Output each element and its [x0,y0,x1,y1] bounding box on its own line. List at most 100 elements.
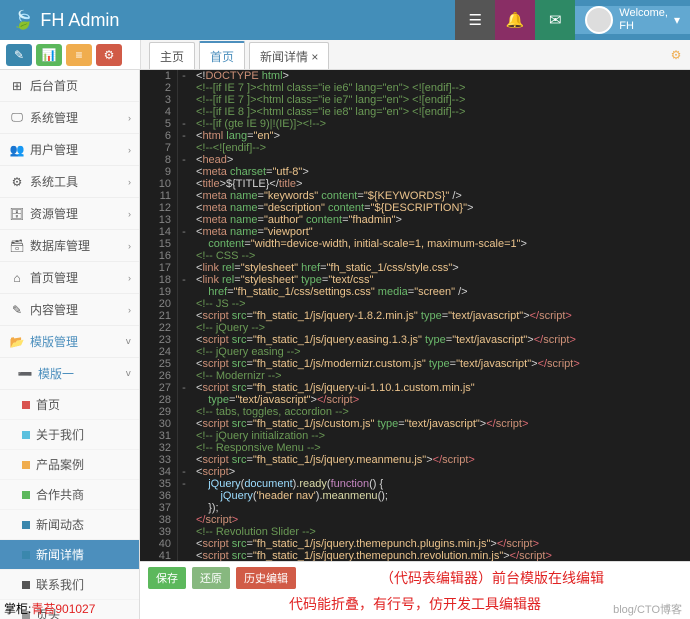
code-editor[interactable]: 1-<!DOCTYPE html>2<!--[if IE 7 ]><html c… [140,70,690,561]
tasks-button[interactable]: ☰ [455,0,495,40]
code-line[interactable]: 34-<script> [140,466,586,478]
code-line[interactable]: 28 type="text/javascript"></script> [140,394,586,406]
code-line[interactable]: 38</script> [140,514,586,526]
sidebar-item[interactable]: 🖵系统管理› [0,102,139,134]
code-line[interactable]: 32<!-- Responsive Menu --> [140,442,586,454]
code-line[interactable]: 30<script src="fh_static_1/js/custom.js"… [140,418,586,430]
settings-button[interactable]: ⚙ [96,44,122,66]
fold-icon[interactable] [178,490,190,502]
sidebar-subitem[interactable]: 首页 [0,390,139,420]
code-line[interactable]: 41<script src="fh_static_1/js/jquery.the… [140,550,586,561]
sidebar-item[interactable]: 🗃数据库管理› [0,230,139,262]
code-line[interactable]: 7<!--<![endif]--> [140,142,586,154]
edit-button[interactable]: ✎ [6,44,32,66]
gear-icon[interactable]: ⚙ [662,40,690,69]
fold-icon[interactable] [178,358,190,370]
fold-icon[interactable] [178,502,190,514]
code-line[interactable]: 39<!-- Revolution Slider --> [140,526,586,538]
fold-icon[interactable] [178,370,190,382]
code-line[interactable]: 1-<!DOCTYPE html> [140,70,586,82]
sidebar-item[interactable]: ✎内容管理› [0,294,139,326]
sidebar-item[interactable]: 👥用户管理› [0,134,139,166]
stats-button[interactable]: 📊 [36,44,62,66]
code-line[interactable]: 13<meta name="author" content="fhadmin"> [140,214,586,226]
code-line[interactable]: 10<title>${TITLE}</title> [140,178,586,190]
fold-icon[interactable] [178,94,190,106]
code-line[interactable]: 6-<html lang="en"> [140,130,586,142]
code-line[interactable]: 12<meta name="description" content="${DE… [140,202,586,214]
fold-icon[interactable] [178,178,190,190]
sidebar-subitem[interactable]: 关于我们 [0,420,139,450]
code-line[interactable]: 21<script src="fh_static_1/js/jquery-1.8… [140,310,586,322]
code-line[interactable]: 31<!-- jQuery initialization --> [140,430,586,442]
code-line[interactable]: 20<!-- JS --> [140,298,586,310]
fold-icon[interactable] [178,346,190,358]
code-line[interactable]: 2<!--[if IE 7 ]><html class="ie ie6" lan… [140,82,586,94]
sidebar-subitem[interactable]: 新闻动态 [0,510,139,540]
user-menu[interactable]: Welcome, FH ▾ [575,6,690,34]
code-line[interactable]: 23<script src="fh_static_1/js/jquery.eas… [140,334,586,346]
code-line[interactable]: 33<script src="fh_static_1/js/jquery.mea… [140,454,586,466]
code-line[interactable]: 37 }); [140,502,586,514]
code-line[interactable]: 26<!-- Modernizr --> [140,370,586,382]
fold-icon[interactable] [178,214,190,226]
code-line[interactable]: 40<script src="fh_static_1/js/jquery.the… [140,538,586,550]
code-line[interactable]: 36 jQuery('header nav').meanmenu(); [140,490,586,502]
code-line[interactable]: 3<!--[if IE 7 ]><html class="ie ie7" lan… [140,94,586,106]
brand[interactable]: 🍃 FH Admin [0,10,131,31]
notifications-button[interactable]: 🔔 [495,0,535,40]
code-line[interactable]: 19 href="fh_static_1/css/settings.css" m… [140,286,586,298]
restore-button[interactable]: 还原 [192,567,230,589]
fold-icon[interactable] [178,82,190,94]
sidebar-item[interactable]: 📂模版管理ⅴ [0,326,139,358]
fold-icon[interactable] [178,286,190,298]
fold-icon[interactable]: - [178,118,190,130]
sidebar-item[interactable]: 🗄资源管理› [0,198,139,230]
fold-icon[interactable] [178,310,190,322]
fold-icon[interactable] [178,190,190,202]
fold-icon[interactable]: - [178,478,190,490]
fold-icon[interactable] [178,442,190,454]
fold-icon[interactable]: - [178,130,190,142]
fold-icon[interactable]: - [178,70,190,82]
sidebar-item[interactable]: ⚙系统工具› [0,166,139,198]
fold-icon[interactable] [178,418,190,430]
fold-icon[interactable] [178,550,190,561]
fold-icon[interactable] [178,430,190,442]
code-line[interactable]: 16<!-- CSS --> [140,250,586,262]
fold-icon[interactable]: - [178,226,190,238]
code-line[interactable]: 15 content="width=device-width, initial-… [140,238,586,250]
code-line[interactable]: 5-<!--[if (gte IE 9)|!(IE)]><!--> [140,118,586,130]
tab-home[interactable]: 主页 [149,42,195,69]
save-button[interactable]: 保存 [148,567,186,589]
tab-index[interactable]: 首页 [199,41,245,69]
history-button[interactable]: 历史编辑 [236,567,296,589]
messages-button[interactable]: ✉ [535,0,575,40]
code-line[interactable]: 22<!-- jQuery --> [140,322,586,334]
fold-icon[interactable] [178,454,190,466]
code-line[interactable]: 29<!-- tabs, toggles, accordion --> [140,406,586,418]
tab-news-detail[interactable]: 新闻详情 × [249,42,329,69]
sidebar-item[interactable]: ➖模版一ⅴ [0,358,139,390]
code-line[interactable]: 11<meta name="keywords" content="${KEYWO… [140,190,586,202]
sidebar-subitem[interactable]: 合作共商 [0,480,139,510]
fold-icon[interactable]: - [178,466,190,478]
fold-icon[interactable] [178,322,190,334]
code-line[interactable]: 25<script src="fh_static_1/js/modernizr.… [140,358,586,370]
fold-icon[interactable] [178,250,190,262]
fold-icon[interactable] [178,526,190,538]
fold-icon[interactable] [178,406,190,418]
sidebar-subitem[interactable]: 新闻详情 [0,540,139,570]
fold-icon[interactable] [178,394,190,406]
fold-icon[interactable] [178,262,190,274]
code-line[interactable]: 27-<script src="fh_static_1/js/jquery-ui… [140,382,586,394]
code-line[interactable]: 35- jQuery(document).ready(function() { [140,478,586,490]
fold-icon[interactable] [178,538,190,550]
code-line[interactable]: 18-<link rel="stylesheet" type="text/css… [140,274,586,286]
code-line[interactable]: 17<link rel="stylesheet" href="fh_static… [140,262,586,274]
fold-icon[interactable] [178,166,190,178]
sidebar-subitem[interactable]: 产品案例 [0,450,139,480]
fold-icon[interactable] [178,106,190,118]
close-icon[interactable]: × [311,50,318,64]
code-line[interactable]: 14-<meta name="viewport" [140,226,586,238]
